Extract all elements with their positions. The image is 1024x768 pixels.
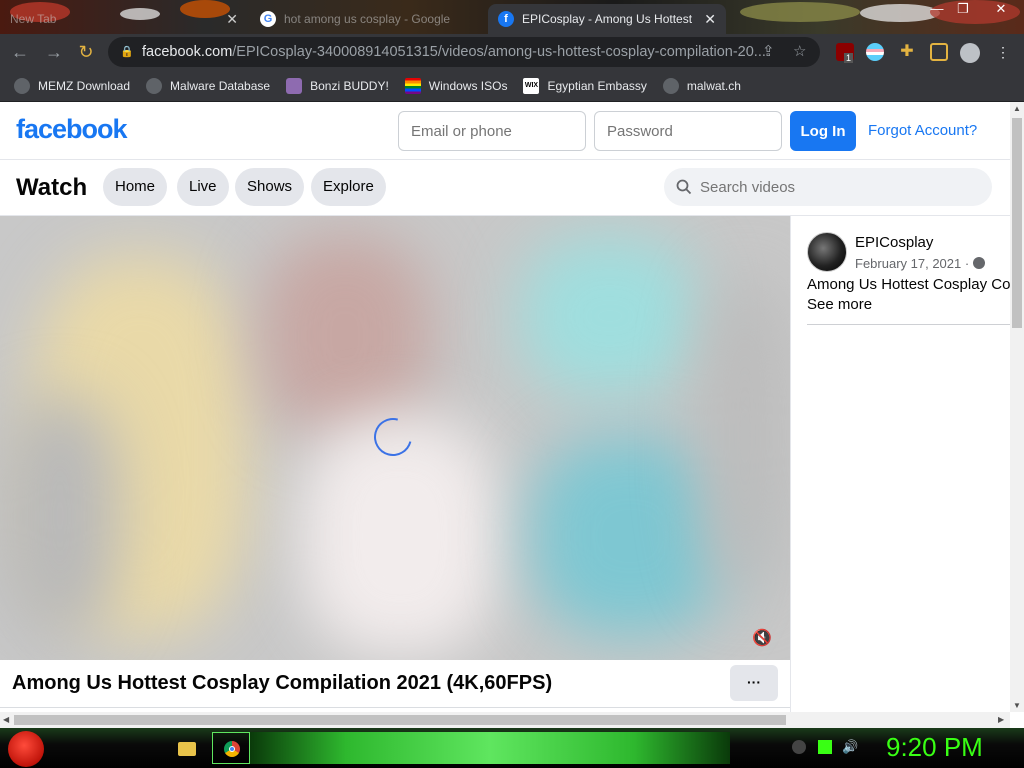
tab-new-tab[interactable]: New Tab ✕ xyxy=(0,4,248,34)
browser-tab-strip: New Tab ✕ G hot among us cosplay - Googl… xyxy=(0,0,1024,34)
bookmark-malwatch[interactable]: malwat.ch xyxy=(655,72,749,100)
video-title: Among Us Hottest Cosplay Compilation 202… xyxy=(12,672,553,694)
trans-flag-extension-icon[interactable] xyxy=(866,43,884,61)
close-icon[interactable]: ✕ xyxy=(704,11,716,28)
tray-chevron-icon[interactable] xyxy=(792,740,806,754)
bookmark-label: Bonzi BUDDY! xyxy=(310,78,389,93)
taskbar-glow xyxy=(250,732,730,764)
url-host: facebook.com xyxy=(142,44,233,60)
tab-title: hot among us cosplay - Google xyxy=(284,12,451,26)
scroll-up-arrow-icon[interactable]: ▲ xyxy=(1013,104,1021,113)
muted-speaker-icon[interactable]: 🔇 xyxy=(752,628,772,648)
sidebar-toggle-icon[interactable] xyxy=(930,43,948,61)
tab-explore[interactable]: Explore xyxy=(311,168,386,206)
facebook-logo[interactable]: facebook xyxy=(16,114,128,145)
search-icon xyxy=(676,179,692,195)
globe-icon xyxy=(972,257,985,269)
tab-live[interactable]: Live xyxy=(177,168,229,206)
horizontal-scrollbar[interactable]: ◀ ▶ xyxy=(0,712,1010,728)
facebook-header: facebook Log In Forgot Account? xyxy=(0,102,1010,160)
tab-home[interactable]: Home xyxy=(103,168,168,206)
forgot-account-link[interactable]: Forgot Account? xyxy=(868,122,977,139)
scroll-right-arrow-icon[interactable]: ▶ xyxy=(998,715,1004,724)
bookmark-malware-database[interactable]: Malware Database xyxy=(138,72,278,100)
bookmark-label: Malware Database xyxy=(170,78,271,93)
more-options-button[interactable]: ··· xyxy=(730,665,778,701)
close-icon[interactable]: ✕ xyxy=(226,11,238,28)
rainbow-flag-icon xyxy=(404,77,421,94)
file-explorer-icon[interactable] xyxy=(172,734,202,764)
window-close-icon[interactable]: ✕ xyxy=(990,0,1012,20)
vertical-scroll-thumb[interactable] xyxy=(1012,118,1022,328)
bonzi-icon xyxy=(286,77,303,94)
maximize-icon[interactable]: ❐ xyxy=(952,0,974,20)
bookmark-label: malwat.ch xyxy=(686,78,741,93)
minimize-icon[interactable]: — xyxy=(926,0,948,20)
taskbar: 🔊 9:20 PM xyxy=(0,728,1024,768)
watch-title: Watch xyxy=(16,174,88,201)
page-avatar[interactable] xyxy=(807,232,847,272)
page-name-link[interactable]: EPICosplay xyxy=(855,234,933,251)
share-icon[interactable]: ⇪ xyxy=(762,42,775,60)
globe-icon xyxy=(14,77,30,94)
puzzle-extensions-icon[interactable]: ✚ xyxy=(898,43,916,61)
bookmark-label: MEMZ Download xyxy=(38,78,131,93)
address-bar[interactable]: 🔒 facebook.com /EPICosplay-3400089140513… xyxy=(108,37,820,67)
bookmark-bonzi-buddy[interactable]: Bonzi BUDDY! xyxy=(278,72,397,100)
ublock-extension-icon[interactable]: 1 xyxy=(836,43,854,63)
tab-title: EPICosplay - Among Us Hottest xyxy=(522,12,693,26)
tab-title: New Tab xyxy=(10,12,57,26)
video-title-bar: Among Us Hottest Cosplay Compilation 202… xyxy=(0,660,790,708)
see-more-link[interactable]: See more xyxy=(807,296,872,313)
start-button-angry-bird-icon[interactable] xyxy=(8,731,44,767)
search-videos-box[interactable] xyxy=(664,168,992,206)
bookmark-label: Egyptian Embassy xyxy=(547,78,647,93)
lock-icon[interactable]: 🔒 xyxy=(120,45,134,59)
bookmark-memz-download[interactable]: MEMZ Download xyxy=(6,72,138,100)
wix-icon: WIX xyxy=(523,77,540,94)
bookmark-star-icon[interactable]: ☆ xyxy=(793,42,806,60)
post-date-text[interactable]: February 17, 2021 · xyxy=(855,256,969,271)
divider xyxy=(807,324,1010,325)
bookmark-egyptian-embassy[interactable]: WIX Egyptian Embassy xyxy=(515,72,654,100)
tab-google-search[interactable]: G hot among us cosplay - Google xyxy=(250,4,486,34)
globe-icon xyxy=(146,77,163,94)
back-arrow-icon[interactable]: ← xyxy=(4,36,36,68)
post-description: Among Us Hottest Cosplay Com xyxy=(807,276,1010,293)
scroll-left-arrow-icon[interactable]: ◀ xyxy=(3,715,9,724)
email-field[interactable] xyxy=(398,111,586,151)
watch-nav-bar: Watch Home Live Shows Explore xyxy=(0,160,1010,216)
tab-epicosplay[interactable]: f EPICosplay - Among Us Hottest ✕ xyxy=(488,4,726,34)
reload-icon[interactable]: ↻ xyxy=(70,36,102,68)
menu-kebab-icon[interactable]: ⋮ xyxy=(996,43,1010,61)
globe-icon xyxy=(662,77,679,94)
post-date: February 17, 2021 · xyxy=(855,256,985,271)
password-field[interactable] xyxy=(594,111,782,151)
chrome-icon[interactable] xyxy=(212,732,250,764)
extension-badge: 1 xyxy=(844,53,854,63)
vertical-scrollbar[interactable]: ▲ ▼ xyxy=(1010,102,1024,712)
horizontal-scroll-thumb[interactable] xyxy=(14,715,786,725)
scroll-down-arrow-icon[interactable]: ▼ xyxy=(1013,701,1021,710)
taskbar-clock[interactable]: 9:20 PM xyxy=(886,732,983,763)
video-player[interactable]: 🔇 xyxy=(0,216,790,660)
bookmarks-bar: MEMZ Download Malware Database Bonzi BUD… xyxy=(0,70,1024,102)
profile-avatar-icon[interactable] xyxy=(960,43,980,63)
network-icon[interactable] xyxy=(818,740,832,754)
bookmark-label: Windows ISOs xyxy=(428,78,508,93)
post-info-panel: EPICosplay February 17, 2021 · Among Us … xyxy=(790,216,1010,712)
bookmark-windows-isos[interactable]: Windows ISOs xyxy=(397,72,516,100)
tab-shows[interactable]: Shows xyxy=(235,168,305,206)
search-input[interactable] xyxy=(700,178,960,196)
volume-icon[interactable]: 🔊 xyxy=(842,740,858,754)
login-button[interactable]: Log In xyxy=(790,111,856,151)
url-path: /EPICosplay-340008914051315/videos/among… xyxy=(232,44,766,60)
facebook-icon: f xyxy=(498,11,514,27)
forward-arrow-icon[interactable]: → xyxy=(38,36,70,68)
google-icon: G xyxy=(260,11,276,27)
